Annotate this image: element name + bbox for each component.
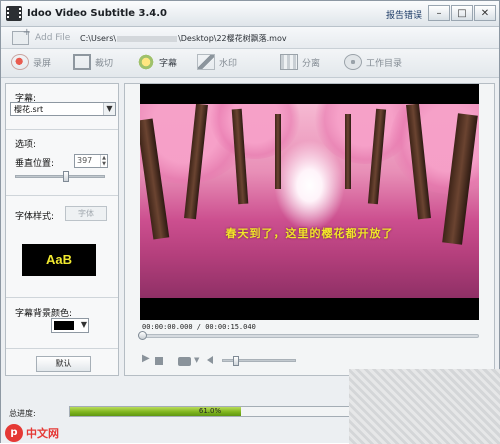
tool-watermark[interactable]: 水印 bbox=[197, 54, 237, 70]
chevron-down-icon[interactable]: ▼ bbox=[81, 320, 87, 329]
divider bbox=[6, 129, 118, 130]
logo-mark: p bbox=[5, 424, 23, 442]
disc-icon bbox=[344, 54, 362, 70]
record-icon bbox=[11, 54, 29, 70]
play-icon[interactable]: ▶ bbox=[142, 353, 150, 364]
chevron-down-icon[interactable]: ▼ bbox=[103, 103, 115, 115]
font-style-label: 字体样式: bbox=[15, 212, 55, 222]
file-path: C:\Users\ \Desktop\22樱花树飘落.mov bbox=[80, 33, 287, 44]
clip-icon bbox=[280, 54, 298, 70]
bg-color-picker[interactable]: ▼ bbox=[51, 318, 89, 333]
subtitle-icon bbox=[137, 54, 155, 70]
tool-record-label: 录屏 bbox=[33, 58, 52, 69]
minimize-button[interactable]: – bbox=[428, 5, 450, 21]
color-swatch bbox=[54, 321, 74, 330]
options-label: 选项: bbox=[15, 140, 37, 150]
title-bar: Idoo Video Subtitle 3.4.0 报告错误 – □ ✕ bbox=[1, 1, 499, 27]
timecode: 00:00:00.000 / 00:00:15.040 bbox=[142, 323, 256, 331]
tool-workdir-label: 工作目录 bbox=[366, 58, 403, 69]
video-panel: 春天到了，这里的樱花都开放了 00:00:00.000 / 00:00:15.0… bbox=[124, 83, 495, 376]
tool-crop-label: 裁切 bbox=[95, 58, 114, 69]
video-frame: 春天到了，这里的樱花都开放了 bbox=[140, 104, 479, 298]
slider-thumb[interactable] bbox=[63, 171, 70, 182]
progress-text: 61.0% bbox=[198, 407, 222, 415]
video-preview: 春天到了，这里的樱花都开放了 bbox=[140, 84, 479, 320]
volume-slider[interactable] bbox=[222, 356, 296, 366]
tool-clip-label: 分离 bbox=[302, 58, 321, 69]
tool-subtitle-label: 字幕 bbox=[159, 58, 178, 69]
vertical-position-label: 垂直位置: bbox=[15, 159, 55, 169]
divider bbox=[6, 348, 118, 349]
seek-bar[interactable] bbox=[138, 331, 479, 340]
vertical-position-slider[interactable] bbox=[15, 171, 105, 182]
file-path-end: \Desktop\22樱花树飘落.mov bbox=[178, 34, 287, 43]
vertical-position-stepper[interactable]: 397 ▲ ▼ bbox=[74, 154, 108, 168]
volume-icon[interactable] bbox=[207, 356, 213, 364]
tool-watermark-label: 水印 bbox=[219, 58, 238, 69]
progress-label: 总进度: bbox=[9, 409, 36, 418]
divider bbox=[6, 195, 118, 196]
default-button[interactable]: 默认 bbox=[36, 356, 91, 372]
watermark-icon bbox=[197, 54, 215, 70]
report-error-link[interactable]: 报告错误 bbox=[386, 8, 422, 21]
tool-workdir[interactable]: 工作目录 bbox=[344, 54, 402, 70]
logo-text: 中文网 bbox=[26, 427, 59, 440]
maximize-button[interactable]: □ bbox=[451, 5, 473, 21]
add-file-icon[interactable] bbox=[12, 27, 31, 45]
tool-crop[interactable]: 裁切 bbox=[73, 54, 113, 70]
subtitle-style-preview: AaB bbox=[22, 244, 96, 276]
stepper-arrows-icon[interactable]: ▲ ▼ bbox=[100, 155, 107, 167]
seek-thumb[interactable] bbox=[138, 331, 147, 340]
file-path-start: C:\Users\ bbox=[80, 34, 117, 43]
tree-trunk bbox=[345, 114, 351, 189]
chevron-down-icon[interactable]: ▼ bbox=[194, 356, 199, 364]
subtitle-file-select[interactable]: 樱花.srt ▼ bbox=[10, 102, 116, 116]
tool-clip[interactable]: 分离 bbox=[280, 54, 320, 70]
vertical-position-value: 397 bbox=[77, 156, 93, 165]
camera-icon[interactable] bbox=[178, 357, 191, 366]
volume-thumb[interactable] bbox=[233, 356, 240, 366]
app-window: Idoo Video Subtitle 3.4.0 报告错误 – □ ✕ Add… bbox=[0, 0, 500, 444]
redacted-username bbox=[117, 35, 178, 42]
progress-bar: 61.0% bbox=[69, 406, 351, 417]
file-bar: Add File C:\Users\ \Desktop\22樱花树飘落.mov bbox=[1, 27, 499, 49]
tool-record[interactable]: 录屏 bbox=[11, 54, 51, 70]
close-button[interactable]: ✕ bbox=[474, 5, 496, 21]
tree-trunk bbox=[275, 114, 281, 189]
font-button[interactable]: 字体 bbox=[65, 206, 107, 221]
add-file-button[interactable]: Add File bbox=[35, 33, 70, 43]
site-logo: p 中文网 bbox=[5, 424, 59, 442]
film-icon bbox=[6, 6, 22, 21]
crop-icon bbox=[73, 54, 91, 70]
subtitle-overlay: 春天到了，这里的樱花都开放了 bbox=[225, 227, 394, 240]
watermark-pattern bbox=[349, 369, 500, 444]
toolbar: 录屏 裁切 字幕 水印 分离 工作目录 bbox=[1, 49, 499, 78]
subtitle-file-value: 樱花.srt bbox=[14, 105, 44, 114]
divider bbox=[6, 297, 118, 298]
tool-subtitle[interactable]: 字幕 bbox=[137, 54, 177, 70]
window-title: Idoo Video Subtitle 3.4.0 bbox=[27, 8, 168, 19]
stop-icon[interactable] bbox=[155, 357, 163, 365]
